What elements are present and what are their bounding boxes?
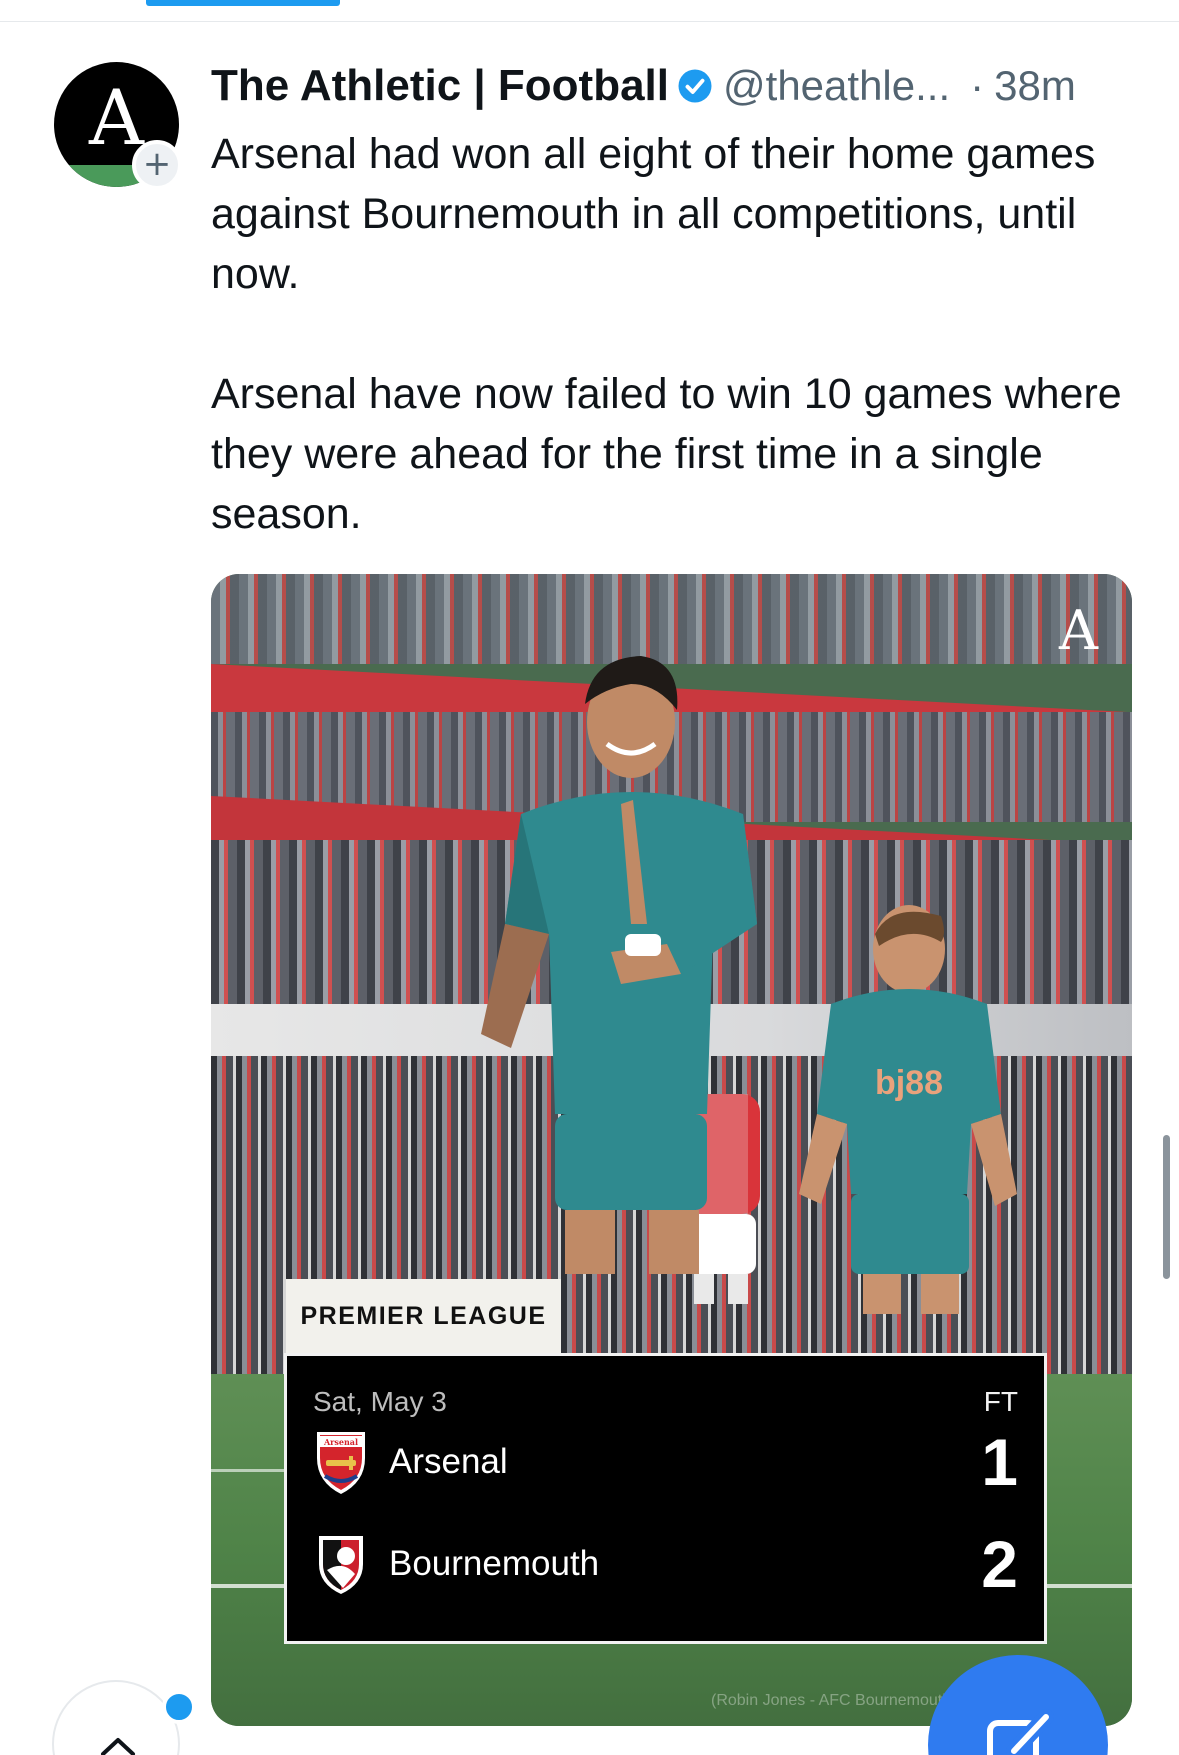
scrollbar-thumb[interactable] bbox=[1163, 1135, 1170, 1279]
tweet-body: Arsenal had won all eight of their home … bbox=[211, 124, 1131, 544]
league-label: PREMIER LEAGUE bbox=[300, 1301, 547, 1330]
the-athletic-logo: A bbox=[1059, 599, 1098, 662]
top-divider bbox=[0, 21, 1179, 22]
chevron-up-icon bbox=[101, 1738, 135, 1755]
tweet-header: The Athletic | Football @theathle... · 3… bbox=[211, 58, 1141, 114]
goalscorer-player-figure bbox=[481, 656, 757, 1274]
account-name[interactable]: The Athletic | Football bbox=[211, 61, 669, 111]
svg-text:bj88: bj88 bbox=[875, 1064, 943, 1102]
away-team-name: Bournemouth bbox=[389, 1544, 600, 1583]
tweet-media-image[interactable]: bj88 A PREMIER LEAGUE Sat, May 3 FT Arse… bbox=[211, 574, 1132, 1726]
home-team-row: Arsenal Arsenal 1 bbox=[313, 1422, 1018, 1502]
account-handle[interactable]: @theathle... bbox=[723, 62, 950, 110]
league-label-tab: PREMIER LEAGUE bbox=[286, 1279, 561, 1353]
tweet-paragraph: Arsenal had won all eight of their home … bbox=[211, 130, 1096, 298]
arsenal-crest-icon: Arsenal bbox=[317, 1432, 365, 1494]
compose-icon bbox=[987, 1709, 1054, 1755]
home-team-score: 1 bbox=[981, 1425, 1018, 1499]
away-team-score: 2 bbox=[981, 1527, 1018, 1601]
crest-text: Arsenal bbox=[323, 1437, 358, 1447]
away-team-row: Bournemouth 2 bbox=[313, 1524, 1018, 1604]
match-status: FT bbox=[983, 1386, 1018, 1417]
home-team-name: Arsenal bbox=[389, 1442, 508, 1481]
unread-indicator-dot bbox=[162, 1690, 196, 1724]
timestamp[interactable]: 38m bbox=[994, 62, 1076, 110]
bournemouth-crest-icon bbox=[319, 1536, 363, 1594]
verified-badge-icon bbox=[678, 69, 712, 103]
active-tab-indicator bbox=[146, 0, 340, 6]
scoreboard: Sat, May 3 FT Arsenal Arsenal 1 Bournemo… bbox=[284, 1353, 1047, 1644]
tweet-paragraph: Arsenal have now failed to win 10 games … bbox=[211, 370, 1122, 538]
scroll-to-top-button[interactable] bbox=[52, 1680, 180, 1755]
teammate-player-figure: bj88 bbox=[799, 905, 1017, 1314]
match-date: Sat, May 3 bbox=[313, 1386, 447, 1417]
follow-plus-button[interactable]: + bbox=[132, 140, 182, 190]
separator-dot: · bbox=[970, 62, 985, 109]
